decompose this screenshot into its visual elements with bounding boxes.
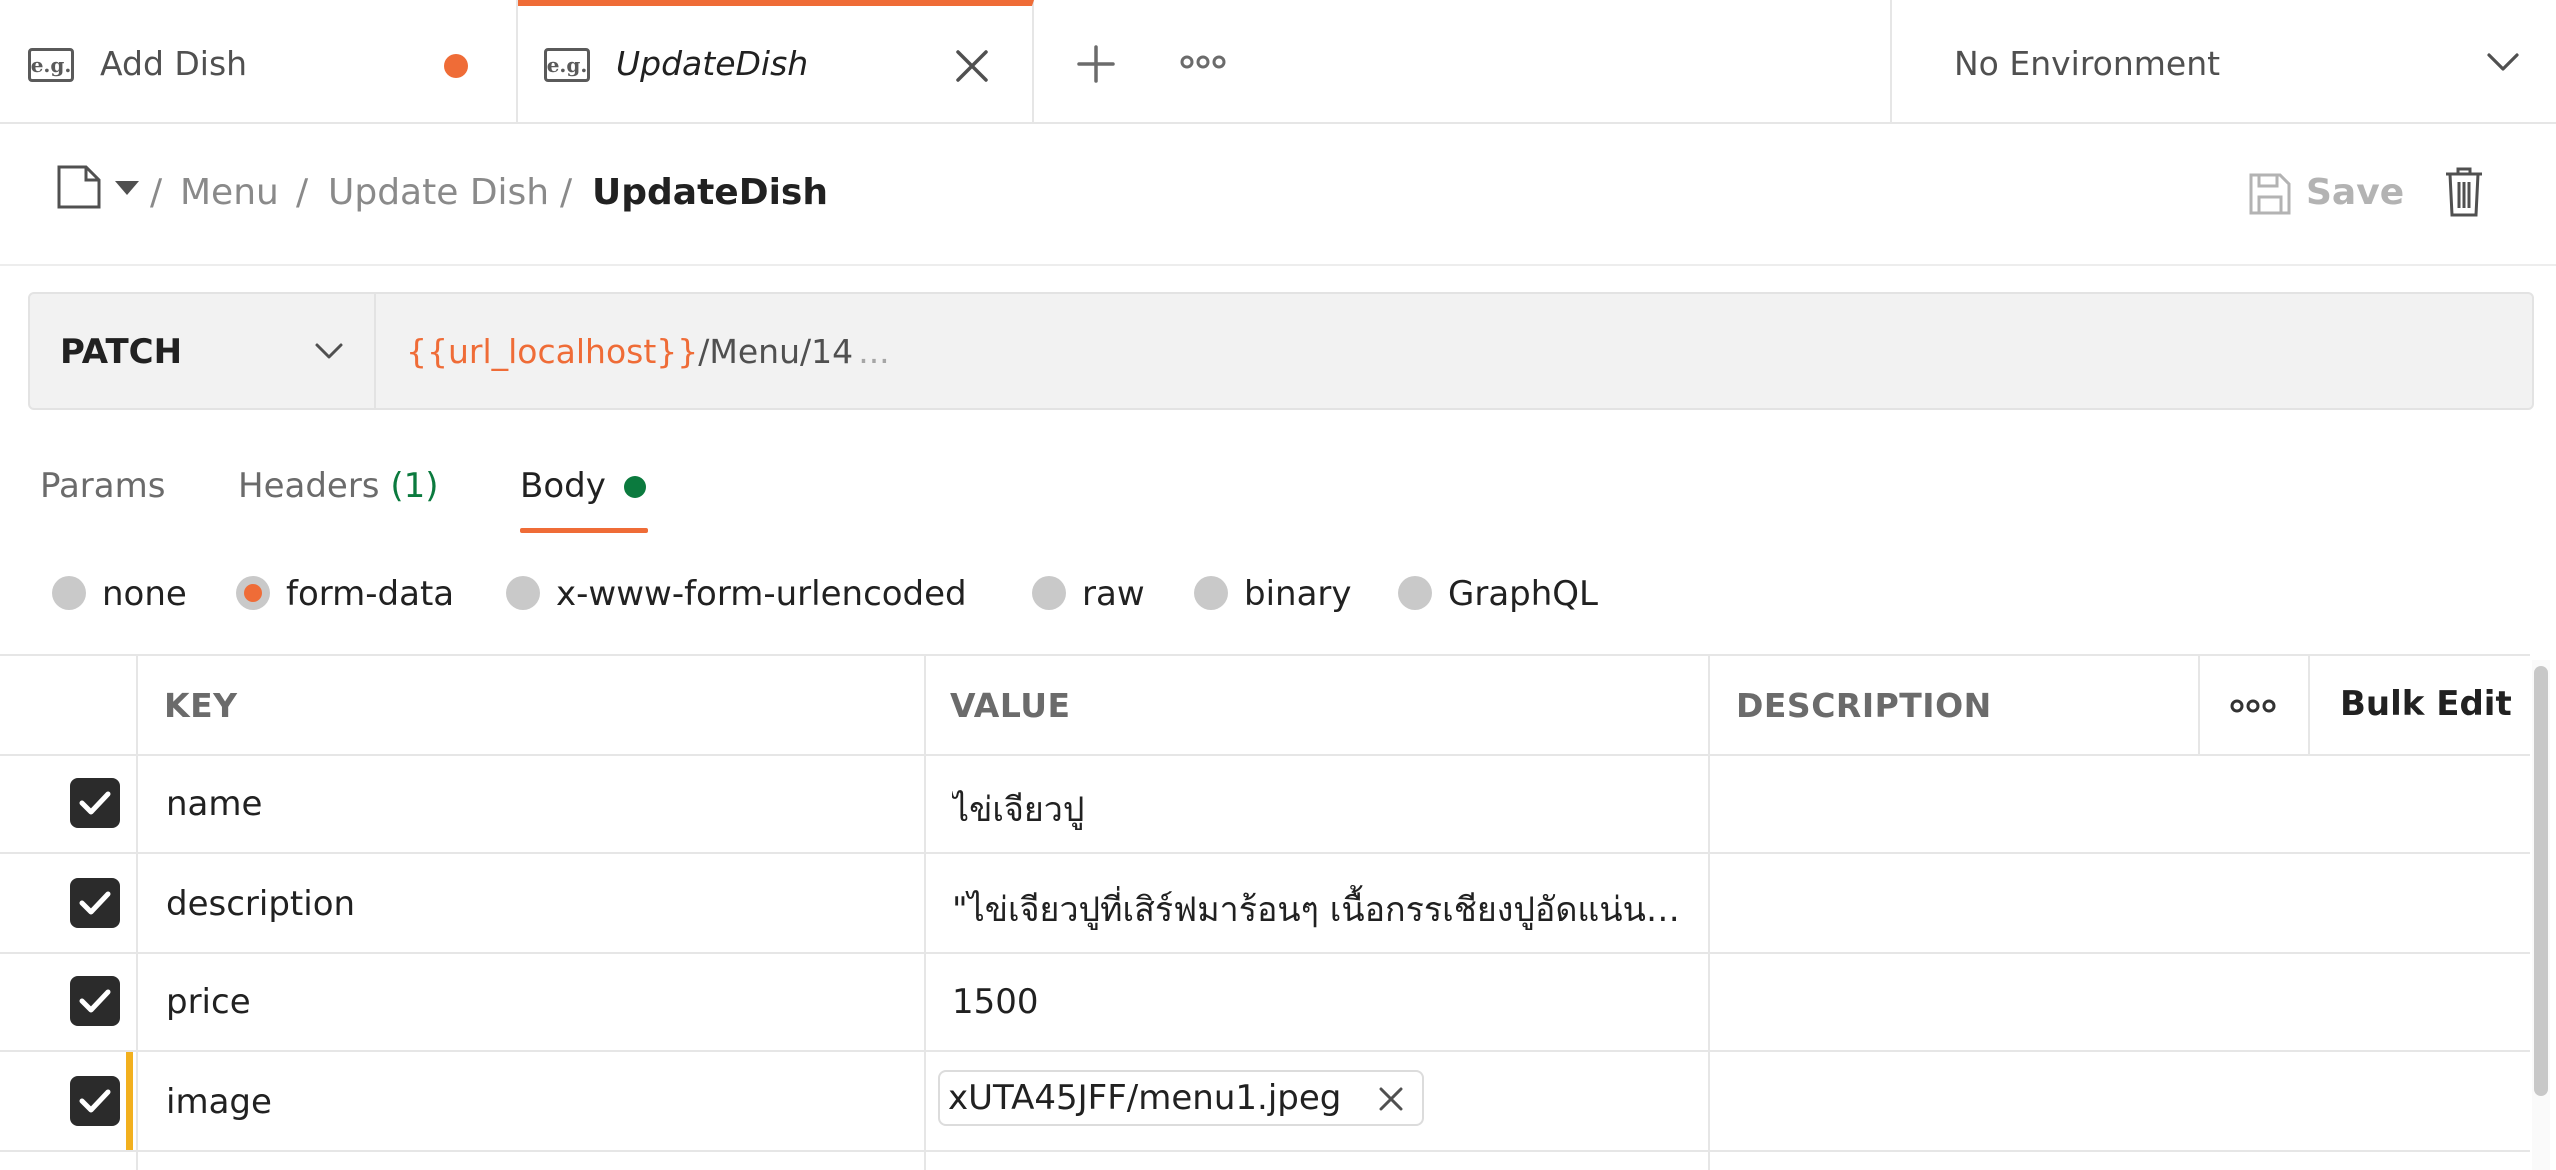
trash-icon[interactable] xyxy=(2444,166,2484,218)
breadcrumb-item-menu[interactable]: Menu xyxy=(180,172,279,213)
tab-params[interactable]: Params xyxy=(40,466,165,506)
save-icon xyxy=(2249,173,2291,215)
url-input[interactable]: {{url_localhost}}/Menu/14 ... xyxy=(376,294,2532,408)
chevron-down-icon xyxy=(2487,53,2519,71)
row-description[interactable] xyxy=(1712,756,2530,852)
row-value[interactable]: ไข่เจียวปู xyxy=(952,782,1692,836)
environment-selector[interactable]: No Environment xyxy=(1892,0,2556,122)
row-key[interactable]: description xyxy=(166,884,906,924)
request-example-icon: e.g. xyxy=(28,48,74,82)
checkmark-icon xyxy=(79,791,111,815)
breadcrumb-separator: / xyxy=(150,172,163,213)
bulk-edit-button[interactable]: Bulk Edit xyxy=(2340,684,2512,724)
tab-label: Add Dish xyxy=(100,44,248,83)
save-label: Save xyxy=(2306,172,2405,213)
table-row: image xUTA45JFF/menu1.jpeg xyxy=(0,1052,2530,1150)
radio-raw[interactable]: raw xyxy=(1032,574,1172,618)
save-button[interactable]: Save xyxy=(2248,166,2404,226)
environment-label: No Environment xyxy=(1954,44,2221,83)
radio-form-data[interactable]: form-data xyxy=(236,574,466,618)
row-key[interactable]: image xyxy=(166,1082,906,1122)
request-url-bar: PATCH {{url_localhost}}/Menu/14 ... xyxy=(28,292,2534,410)
row-value[interactable]: 1500 xyxy=(952,982,1692,1022)
body-status-dot xyxy=(624,476,646,498)
page-title[interactable]: UpdateDish xyxy=(592,172,828,213)
radio-button xyxy=(1032,576,1066,610)
tab-label: UpdateDish xyxy=(616,44,809,83)
more-tabs-icon[interactable] xyxy=(1180,52,1226,72)
radio-label: form-data xyxy=(286,574,455,614)
radio-graphql[interactable]: GraphQL xyxy=(1398,574,1628,618)
tab-headers[interactable]: Headers (1) xyxy=(238,466,439,506)
chevron-down-icon xyxy=(315,343,343,359)
headers-count-badge: (1) xyxy=(390,466,439,506)
request-example-icon: e.g. xyxy=(544,48,590,82)
radio-button xyxy=(506,576,540,610)
row-description[interactable] xyxy=(1712,954,2530,1050)
radio-label: raw xyxy=(1082,574,1145,614)
radio-label: GraphQL xyxy=(1448,574,1598,614)
remove-file-icon[interactable] xyxy=(1378,1086,1404,1112)
checkmark-icon xyxy=(79,891,111,915)
tab-bar: e.g. Add Dish e.g. UpdateDish No Environ… xyxy=(0,0,2556,124)
checkmark-icon xyxy=(79,989,111,1013)
tab-headers-label: Headers xyxy=(238,466,380,506)
radio-label: x-www-form-urlencoded xyxy=(556,574,967,614)
breadcrumb-separator: / xyxy=(296,172,309,213)
row-checkbox[interactable] xyxy=(70,878,120,928)
method-label: PATCH xyxy=(60,332,183,372)
collection-icon[interactable] xyxy=(56,164,102,210)
divider xyxy=(0,264,2556,266)
radio-binary[interactable]: binary xyxy=(1194,574,1364,618)
plus-icon[interactable] xyxy=(1076,44,1116,84)
row-divider xyxy=(0,1150,2530,1152)
row-key[interactable]: name xyxy=(166,784,906,824)
file-name: xUTA45JFF/menu1.jpeg xyxy=(948,1078,1342,1118)
radio-button xyxy=(1194,576,1228,610)
active-tab-underline xyxy=(520,528,648,533)
radio-label: none xyxy=(102,574,187,614)
url-ellipsis: ... xyxy=(858,332,890,371)
column-divider xyxy=(2308,654,2310,754)
column-header-description: DESCRIPTION xyxy=(1736,686,1992,725)
url-path: /Menu/14 xyxy=(698,332,854,371)
unsaved-indicator xyxy=(444,54,468,78)
radio-label: binary xyxy=(1244,574,1352,614)
table-row: name ไข่เจียวปู xyxy=(0,756,2530,852)
form-data-table: KEY VALUE DESCRIPTION Bulk Edit name ไข่… xyxy=(0,654,2530,1170)
row-checkbox[interactable] xyxy=(70,976,120,1026)
caret-down-icon[interactable] xyxy=(114,180,140,196)
table-row: price 1500 xyxy=(0,954,2530,1050)
radio-button xyxy=(52,576,86,610)
radio-x-www-form-urlencoded[interactable]: x-www-form-urlencoded xyxy=(506,574,986,618)
modified-row-marker xyxy=(126,1052,133,1150)
column-header-value: VALUE xyxy=(950,686,1071,725)
column-header-key: KEY xyxy=(164,686,238,725)
table-row: description "ไข่เจียวปูที่เสิร์ฟมาร้อนๆ … xyxy=(0,854,2530,950)
file-chip[interactable]: xUTA45JFF/menu1.jpeg xyxy=(938,1070,1424,1126)
tab-add-dish[interactable]: e.g. Add Dish xyxy=(0,0,518,122)
checkmark-icon xyxy=(79,1089,111,1113)
row-key[interactable]: price xyxy=(166,982,906,1022)
breadcrumb-separator: / xyxy=(560,172,573,213)
row-description[interactable] xyxy=(1712,854,2530,950)
more-options-icon[interactable] xyxy=(2230,696,2276,716)
column-divider xyxy=(2198,654,2200,754)
breadcrumb-item-update-dish[interactable]: Update Dish xyxy=(328,172,549,213)
row-description[interactable] xyxy=(1712,1052,2530,1150)
radio-button-selected xyxy=(236,576,270,610)
row-checkbox[interactable] xyxy=(70,1076,120,1126)
row-checkbox[interactable] xyxy=(70,778,120,828)
tab-body[interactable]: Body xyxy=(520,466,606,506)
close-icon[interactable] xyxy=(954,48,990,84)
scrollbar-thumb[interactable] xyxy=(2534,666,2548,1096)
url-variable: {{url_localhost}} xyxy=(406,332,699,371)
tab-update-dish[interactable]: e.g. UpdateDish xyxy=(518,0,1034,122)
radio-button xyxy=(1398,576,1432,610)
radio-none[interactable]: none xyxy=(52,574,202,618)
method-select[interactable]: PATCH xyxy=(30,294,376,408)
row-value[interactable]: "ไข่เจียวปูที่เสิร์ฟมาร้อนๆ เนื้อกรรเชีย… xyxy=(952,882,1692,936)
row-divider xyxy=(0,654,2530,656)
